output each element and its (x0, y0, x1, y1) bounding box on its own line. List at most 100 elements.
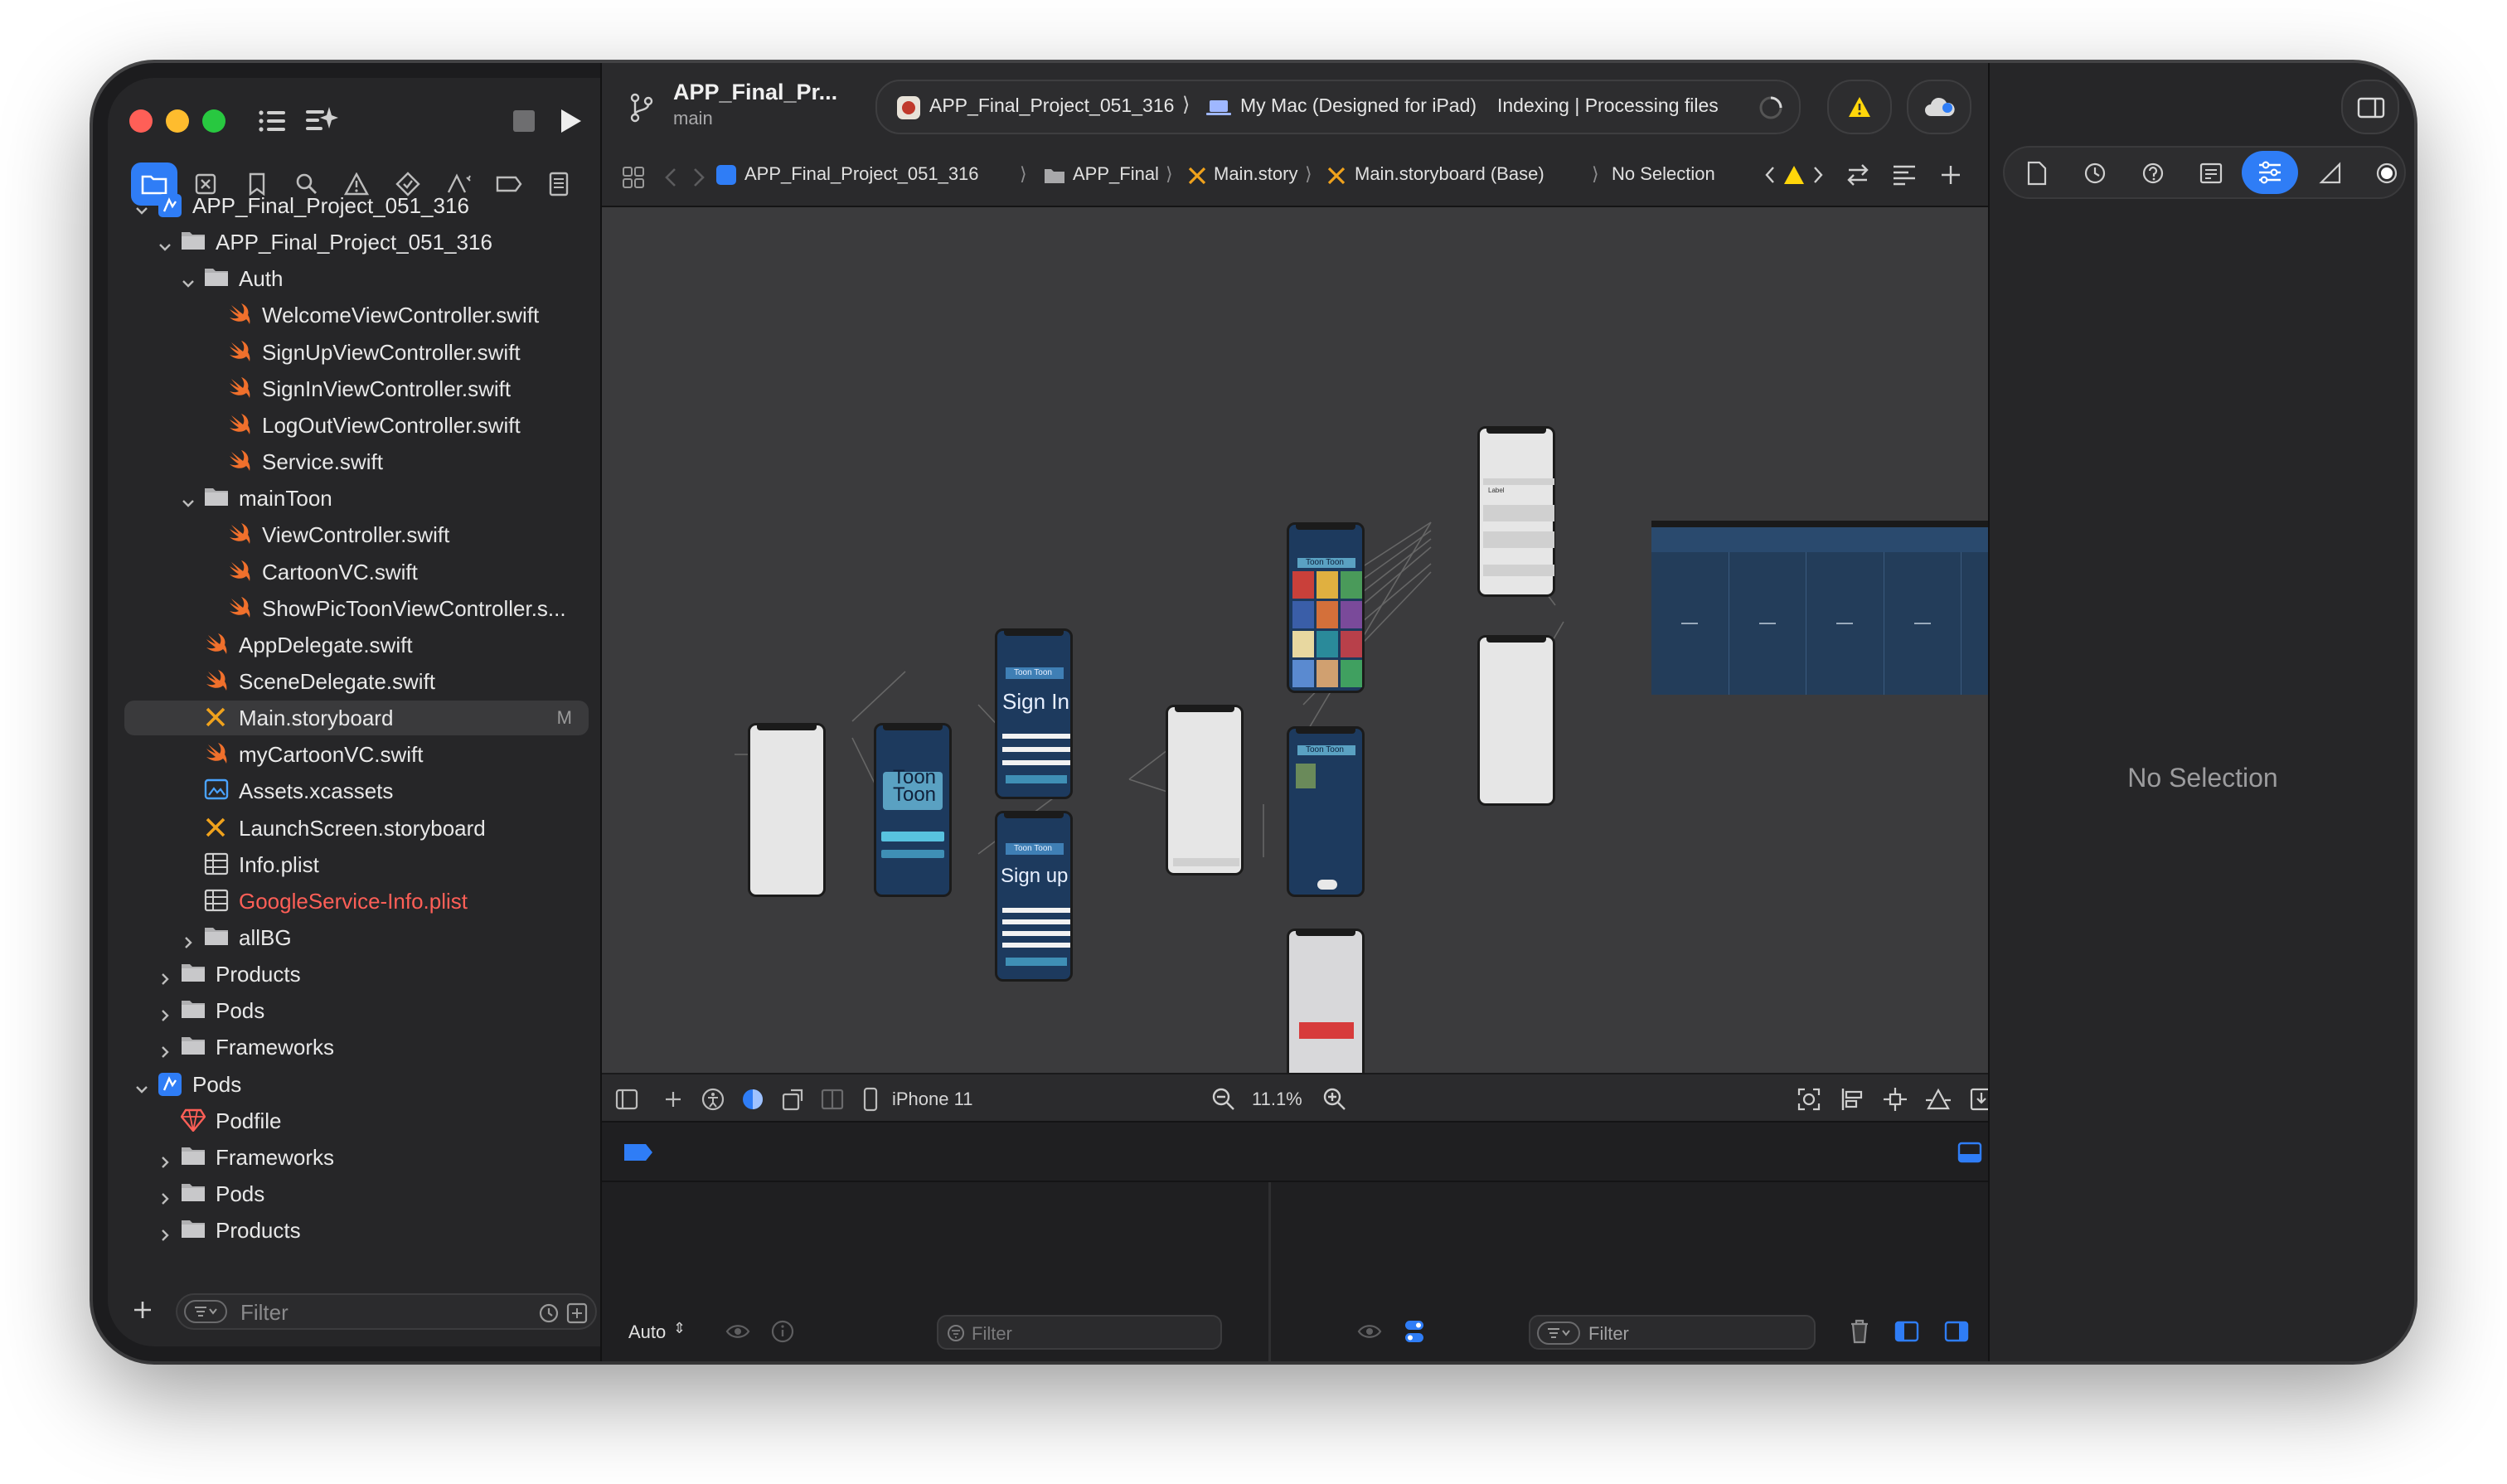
previous-issue-icon[interactable] (1761, 162, 1779, 187)
tree-row-service-swift[interactable]: Service.swift (124, 444, 589, 479)
tree-row-auth[interactable]: Auth (124, 261, 589, 296)
library-add-icon[interactable] (660, 1086, 686, 1113)
disclosure-collapsed-icon[interactable] (158, 1186, 172, 1205)
breakpoints-toggle-icon[interactable] (622, 1139, 655, 1166)
crumb-storyboard-base[interactable]: Main.storyboard (Base) (1355, 163, 1544, 185)
branch-icon[interactable] (627, 91, 657, 124)
source-control-filter-icon[interactable] (565, 1302, 589, 1325)
scheme-target-name[interactable]: APP_Final_Project_051_316 (929, 95, 1174, 117)
storyboard-canvas[interactable]: Toon Toon Toon Toon Sign In Toon Toon Si… (602, 207, 1988, 1073)
resolve-issues-icon[interactable] (1923, 1084, 1953, 1114)
tree-row-maintoon[interactable]: mainToon (124, 481, 589, 516)
file-inspector-tab[interactable] (2021, 158, 2053, 189)
add-file-icon[interactable] (128, 1295, 158, 1325)
size-class-icon[interactable] (819, 1086, 846, 1113)
tree-row-mycartoonvc-swift[interactable]: myCartoonVC.swift (124, 737, 589, 772)
crumb-project[interactable]: APP_Final_Project_051_316 (744, 163, 979, 185)
show-console-view-icon[interactable] (1942, 1317, 1971, 1346)
forward-icon[interactable] (688, 164, 710, 191)
tree-row-cartoonvc-swift[interactable]: CartoonVC.swift (124, 555, 589, 589)
tree-row-main-storyboard[interactable]: Main.storyboard M (124, 701, 589, 736)
zoom-out-icon[interactable] (1209, 1084, 1239, 1114)
wide-collection-scene[interactable] (1651, 521, 1988, 695)
recent-files-icon[interactable] (537, 1302, 560, 1325)
disclosure-collapsed-icon[interactable] (158, 1223, 172, 1242)
help-inspector-tab[interactable] (2137, 158, 2169, 189)
zoom-in-icon[interactable] (1320, 1084, 1350, 1114)
console-filter-field[interactable]: Filter (1529, 1315, 1816, 1350)
tree-row-allbg[interactable]: allBG (124, 920, 589, 955)
print-description-icon[interactable] (768, 1317, 798, 1346)
coding-assistant-icon[interactable] (303, 103, 340, 139)
welcome-scene[interactable]: Toon Toon (874, 723, 952, 897)
device-icon[interactable] (861, 1084, 880, 1114)
navigator-toggle-icon[interactable] (255, 104, 289, 138)
detail-scene[interactable]: Label (1477, 426, 1555, 597)
tree-row-products[interactable]: Products (124, 1213, 589, 1248)
tree-row-podfile[interactable]: Podfile (124, 1103, 589, 1138)
accessibility-icon[interactable] (700, 1086, 726, 1113)
scheme-title[interactable]: APP_Final_Pr... (673, 80, 837, 105)
tree-row-googleservice-info-plist[interactable]: GoogleService-Info.plist (124, 884, 589, 919)
disclosure-collapsed-icon[interactable] (158, 1040, 172, 1059)
cartoon-list-scene[interactable]: Toon Toon (1287, 726, 1365, 897)
tree-row-welcomeviewcontroller-swift[interactable]: WelcomeViewController.swift (124, 298, 589, 332)
cartoon-grid-scene[interactable]: Toon Toon (1287, 522, 1365, 693)
add-constraints-icon[interactable] (1880, 1084, 1910, 1114)
source-control-changes-icon[interactable] (1844, 161, 1872, 189)
size-inspector-tab[interactable] (2315, 158, 2346, 189)
clear-console-icon[interactable] (1845, 1317, 1874, 1346)
next-issue-icon[interactable] (1809, 162, 1827, 187)
jumpbar-warning-icon[interactable] (1782, 164, 1806, 186)
tab-bar-controller-scene[interactable] (1166, 705, 1244, 875)
tree-row-showpictoonviewcontroller-s[interactable]: ShowPicToonViewController.s... (124, 591, 589, 626)
appearance-icon[interactable] (739, 1086, 766, 1113)
tree-row-signupviewcontroller-swift[interactable]: SignUpViewController.swift (124, 335, 589, 370)
run-destination[interactable]: My Mac (Designed for iPad) (1240, 95, 1477, 117)
close-window-button[interactable] (129, 109, 153, 133)
tree-row-app-final-project-051-316[interactable]: APP_Final_Project_051_316 (124, 188, 589, 223)
tree-row-app-final-project-051-316[interactable]: APP_Final_Project_051_316 (124, 225, 589, 259)
crumb-storyboard[interactable]: Main.story (1214, 163, 1297, 185)
tree-row-assets-xcassets[interactable]: Assets.xcassets (124, 774, 589, 808)
navigator-filter-field[interactable]: Filter (176, 1293, 597, 1330)
disclosure-collapsed-icon[interactable] (158, 1150, 172, 1168)
crumb-selection[interactable]: No Selection (1612, 163, 1715, 185)
tree-row-signinviewcontroller-swift[interactable]: SignInViewController.swift (124, 371, 589, 406)
tree-row-pods[interactable]: Pods (124, 993, 589, 1028)
tree-row-frameworks[interactable]: Frameworks (124, 1030, 589, 1065)
tree-row-launchscreen-storyboard[interactable]: LaunchScreen.storyboard (124, 811, 589, 846)
filter-options-icon[interactable] (184, 1300, 227, 1323)
zoom-window-button[interactable] (202, 109, 225, 133)
disclosure-collapsed-icon[interactable] (181, 930, 196, 948)
disclosure-expanded-icon[interactable] (181, 491, 196, 507)
history-inspector-tab[interactable] (2079, 158, 2111, 189)
disclosure-expanded-icon[interactable] (134, 198, 149, 215)
disclosure-expanded-icon[interactable] (158, 235, 172, 251)
back-icon[interactable] (660, 164, 681, 191)
align-icon[interactable] (1837, 1084, 1867, 1114)
add-editor-icon[interactable] (1937, 161, 1965, 189)
disclosure-collapsed-icon[interactable] (158, 1003, 172, 1022)
show-variables-view-icon[interactable] (1892, 1317, 1922, 1346)
connections-inspector-tab[interactable] (2371, 158, 2403, 189)
device-name[interactable]: iPhone 11 (892, 1089, 972, 1110)
quick-look-icon[interactable] (723, 1317, 753, 1346)
sign-in-scene[interactable]: Toon Toon Sign In (995, 628, 1073, 799)
orientation-icon[interactable] (779, 1086, 806, 1113)
tree-row-viewcontroller-swift[interactable]: ViewController.swift (124, 517, 589, 552)
tree-row-products[interactable]: Products (124, 957, 589, 992)
variables-filter-field[interactable]: Filter (937, 1315, 1222, 1350)
tree-row-pods[interactable]: Pods (124, 1067, 589, 1102)
disclosure-expanded-icon[interactable] (134, 1077, 149, 1094)
disclosure-collapsed-icon[interactable] (158, 967, 172, 985)
identity-inspector-tab[interactable] (2195, 158, 2227, 189)
disclosure-expanded-icon[interactable] (181, 271, 196, 288)
tree-row-scenedelegate-swift[interactable]: SceneDelegate.swift (124, 664, 589, 699)
related-items-icon[interactable] (618, 162, 648, 192)
tree-row-pods[interactable]: Pods (124, 1176, 589, 1211)
logout-scene[interactable] (1287, 929, 1365, 1073)
sign-up-scene[interactable]: Toon Toon Sign up (995, 811, 1073, 982)
tree-row-frameworks[interactable]: Frameworks (124, 1140, 589, 1175)
hide-debug-area-icon[interactable] (1955, 1139, 1985, 1166)
